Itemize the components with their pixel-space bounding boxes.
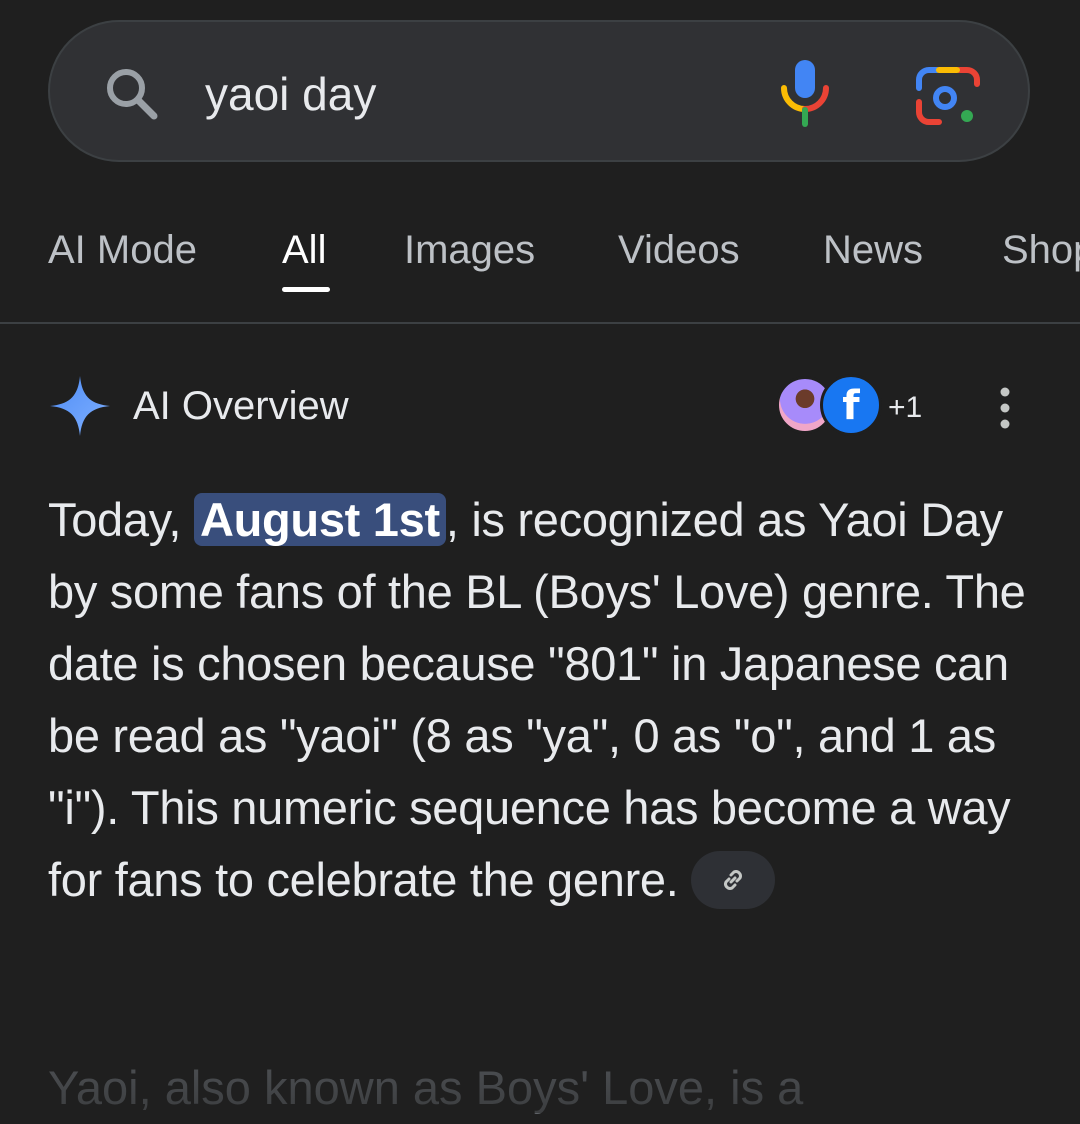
search-icon xyxy=(107,69,158,120)
highlighted-date: August 1st xyxy=(193,493,446,546)
sparkle-icon xyxy=(50,376,110,436)
tab-shop[interactable]: Shop xyxy=(1002,226,1080,274)
source-link-button[interactable] xyxy=(690,850,775,909)
tab-all[interactable]: All xyxy=(282,226,326,274)
search-input[interactable]: yaoi day xyxy=(205,66,376,122)
tab-active-indicator xyxy=(282,287,330,292)
facebook-icon[interactable]: f xyxy=(820,374,882,436)
search-tabs: AI Mode All Images Videos News Shop xyxy=(0,212,1080,322)
next-paragraph: Yaoi, also known as Boys' Love, is a xyxy=(48,1061,804,1114)
tab-news[interactable]: News xyxy=(823,226,923,274)
tabs-divider xyxy=(0,322,1080,324)
mic-icon[interactable] xyxy=(778,58,832,128)
tab-videos[interactable]: Videos xyxy=(618,226,740,274)
tab-ai-mode[interactable]: AI Mode xyxy=(48,226,197,274)
source-count[interactable]: +1 xyxy=(888,390,922,426)
ai-overview-title: AI Overview xyxy=(133,384,349,428)
lens-icon[interactable] xyxy=(915,66,981,126)
more-options-icon[interactable] xyxy=(990,386,1020,430)
link-icon xyxy=(723,869,742,890)
search-bar[interactable]: yaoi day xyxy=(48,20,1030,162)
paragraph-body: , is recognized as Yaoi Day by some fans… xyxy=(48,493,1026,906)
ai-overview-paragraph: Today, August 1st, is recognized as Yaoi… xyxy=(48,484,1038,916)
paragraph-intro: Today, xyxy=(48,493,194,546)
tab-images[interactable]: Images xyxy=(404,226,535,274)
